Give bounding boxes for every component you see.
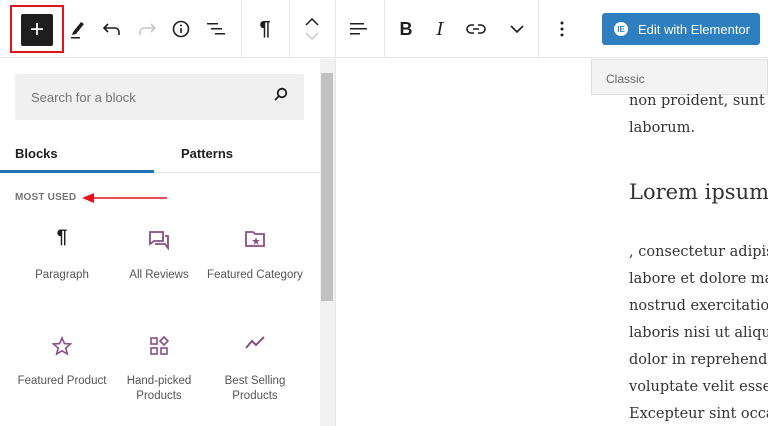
content-line[interactable]: voluptate velit esse — [629, 379, 768, 395]
classic-menu-item[interactable]: Classic — [591, 59, 768, 95]
trend-icon — [207, 336, 303, 360]
most-used-label: MOST USED — [15, 192, 77, 203]
block-label: Featured Category — [207, 269, 303, 281]
list-view-icon[interactable] — [202, 0, 230, 58]
block-label: Paragraph — [35, 269, 89, 281]
elementor-label: Edit with Elementor — [638, 21, 750, 37]
block-hand-picked-products[interactable]: Hand-picked Products — [111, 335, 207, 404]
star-icon — [14, 335, 110, 360]
content-line[interactable]: non proident, sunt — [629, 93, 765, 109]
content-line[interactable]: laborum. — [629, 120, 695, 136]
block-paragraph[interactable]: ¶ Paragraph — [14, 227, 110, 283]
undo-icon[interactable] — [98, 0, 126, 58]
search-placeholder: Search for a block — [31, 90, 136, 105]
block-featured-product[interactable]: Featured Product — [14, 335, 110, 389]
block-label: All Reviews — [129, 269, 189, 281]
search-icon — [274, 87, 288, 106]
pencil-icon[interactable] — [64, 0, 92, 58]
block-featured-category[interactable]: Featured Category — [207, 230, 303, 283]
link-icon[interactable] — [462, 0, 490, 58]
content-line[interactable]: dolor in reprehend — [629, 352, 767, 368]
block-inserter: Search for a block Blocks Patterns MOST … — [0, 59, 336, 426]
edit-with-elementor-button[interactable]: IE Edit with Elementor — [602, 13, 760, 45]
content-line[interactable]: nostrud exercitatio — [629, 298, 768, 314]
block-best-selling-products[interactable]: Best Selling Products — [207, 336, 303, 404]
scrollbar-thumb[interactable] — [321, 73, 333, 301]
chevron-down-icon[interactable] — [503, 0, 531, 58]
paragraph-icon: ¶ — [56, 227, 68, 248]
grid-shapes-icon — [111, 335, 207, 360]
more-options-icon[interactable] — [550, 0, 574, 58]
reviews-icon — [111, 230, 207, 254]
folder-star-icon — [207, 230, 303, 254]
block-label: Hand-picked Products — [126, 375, 192, 402]
inserter-tabs: Blocks Patterns — [0, 138, 320, 173]
add-block-button[interactable]: + — [21, 14, 53, 46]
tab-patterns[interactable]: Patterns — [154, 138, 320, 173]
editor-toolbar: + ¶ B I IE Edit with Elementor — [0, 0, 768, 58]
content-line[interactable]: laboris nisi ut aliqu — [629, 325, 768, 341]
move-up-icon[interactable] — [305, 18, 319, 26]
move-down-icon[interactable] — [305, 32, 319, 40]
elementor-icon: IE — [614, 22, 628, 36]
block-search-input[interactable]: Search for a block — [15, 74, 304, 120]
align-icon[interactable] — [344, 0, 372, 58]
tab-blocks[interactable]: Blocks — [0, 138, 154, 173]
italic-button[interactable]: I — [427, 0, 453, 58]
annotation-arrow — [82, 193, 167, 203]
info-icon[interactable] — [167, 0, 195, 58]
content-line[interactable]: labore et dolore ma — [629, 271, 768, 287]
content-heading[interactable]: Lorem ipsum — [629, 180, 768, 204]
content-line[interactable]: , consectetur adipis — [629, 244, 768, 260]
bold-button[interactable]: B — [393, 0, 419, 58]
content-line[interactable]: Excepteur sint occa — [629, 406, 768, 422]
block-all-reviews[interactable]: All Reviews — [111, 230, 207, 283]
block-label: Best Selling Products — [224, 375, 286, 402]
move-block — [298, 0, 326, 58]
redo-icon[interactable] — [133, 0, 161, 58]
paragraph-icon[interactable]: ¶ — [250, 0, 280, 58]
block-label: Featured Product — [17, 375, 107, 387]
